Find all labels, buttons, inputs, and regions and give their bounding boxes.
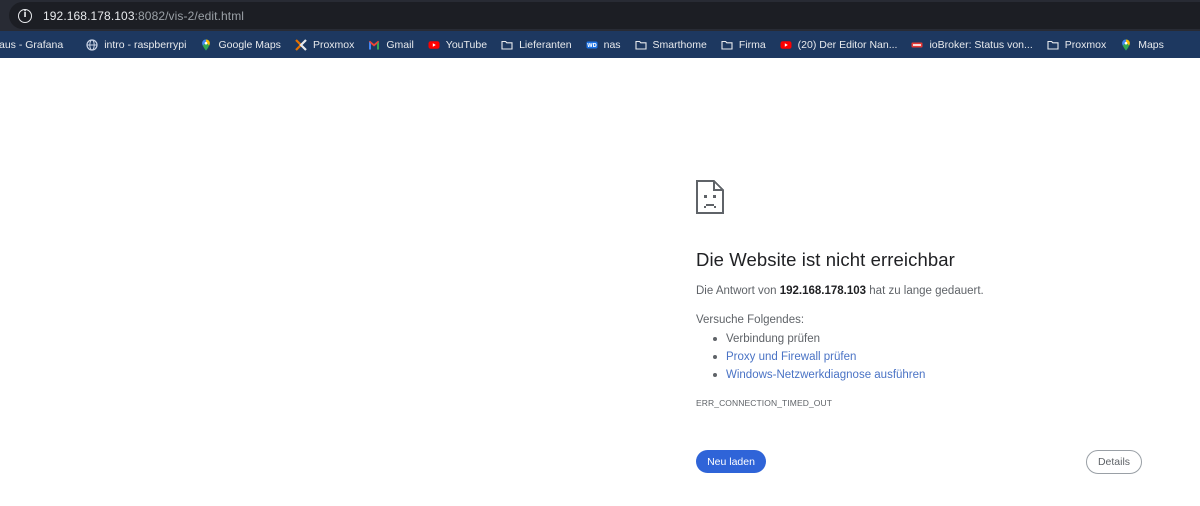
folder-icon: [634, 40, 647, 50]
reload-button[interactable]: Neu laden: [696, 450, 766, 473]
bookmark-grafana[interactable]: aus - Grafana: [0, 34, 68, 56]
bookmark-label: (20) Der Editor Nan...: [797, 38, 898, 51]
bookmark-label: Proxmox: [1064, 38, 1107, 51]
error-title: Die Website ist nicht erreichbar: [696, 249, 955, 270]
bookmark-label: Gmail: [386, 38, 414, 51]
desc-suffix: hat zu lange gedauert.: [866, 285, 984, 297]
bookmark-label: Proxmox: [312, 38, 355, 51]
folder-icon: [501, 40, 513, 50]
bookmark-label: aus - Grafana: [0, 38, 64, 51]
bookmark-label: Firma: [738, 38, 766, 51]
youtube-icon: [428, 40, 440, 49]
error-description: Die Antwort von 192.168.178.103 hat zu l…: [696, 285, 984, 297]
wd-icon: WD: [586, 41, 598, 49]
bookmark-label: Lieferanten: [519, 38, 572, 51]
maps-pin-icon: [202, 39, 211, 50]
details-button[interactable]: Details: [1086, 450, 1142, 474]
bookmark-nas[interactable]: WD nas: [581, 34, 626, 56]
bookmark-google-maps[interactable]: Google Maps: [195, 34, 285, 56]
maps-pin-icon: [1122, 39, 1131, 50]
try-heading: Versuche Folgendes:: [696, 314, 805, 326]
bookmark-label: ioBroker: Status von...: [929, 38, 1033, 51]
bookmark-label: Smarthome: [652, 38, 707, 51]
folder-icon: [1047, 40, 1059, 50]
iobroker-icon: [911, 42, 923, 47]
suggestion-network-diagnostics-link[interactable]: Windows-Netzwerkdiagnose ausführen: [696, 367, 925, 385]
info-icon[interactable]: i: [18, 8, 32, 23]
globe-icon: [86, 38, 98, 51]
url-host: 192.168.178.103: [43, 8, 135, 23]
youtube-icon: [780, 40, 792, 49]
bookmark-lieferanten[interactable]: Lieferanten: [496, 34, 577, 56]
bookmark-label: nas: [603, 38, 621, 51]
proxmox-icon: [295, 38, 307, 51]
bookmarks-bar: aus - Grafana intro - raspberrypi Google…: [0, 31, 1200, 58]
bookmark-editor-video[interactable]: (20) Der Editor Nan...: [775, 34, 903, 56]
bookmark-label: YouTube: [445, 38, 488, 51]
desc-host: 192.168.178.103: [779, 285, 867, 297]
bookmark-proxmox[interactable]: Proxmox: [290, 34, 359, 56]
suggestion-proxy-firewall-link[interactable]: Proxy und Firewall prüfen: [696, 349, 925, 367]
suggestion-check-connection: Verbindung prüfen: [696, 331, 925, 349]
svg-text:WD: WD: [587, 43, 597, 49]
bookmark-youtube[interactable]: YouTube: [423, 34, 492, 56]
desc-prefix: Die Antwort von: [696, 285, 780, 297]
address-bar: i 192.168.178.103:8082/vis-2/edit.html: [0, 0, 1200, 31]
bookmark-maps[interactable]: Maps: [1115, 34, 1169, 56]
gmail-icon: [369, 40, 380, 49]
folder-icon: [721, 40, 733, 50]
url-path: :8082/vis-2/edit.html: [134, 8, 245, 23]
bookmark-iobroker[interactable]: ioBroker: Status von...: [906, 34, 1037, 56]
bookmark-label: intro - raspberrypi: [104, 38, 187, 51]
bookmark-label: Maps: [1138, 38, 1164, 51]
bookmark-firma[interactable]: Firma: [716, 34, 771, 56]
sad-document-icon: [696, 180, 724, 214]
bookmark-smarthome[interactable]: Smarthome: [630, 34, 712, 56]
url-text[interactable]: 192.168.178.103:8082/vis-2/edit.html: [43, 9, 244, 23]
suggestions-list: Verbindung prüfen Proxy und Firewall prü…: [696, 331, 925, 385]
bookmark-raspberrypi[interactable]: intro - raspberrypi: [81, 34, 191, 56]
bookmark-proxmox-folder[interactable]: Proxmox: [1042, 34, 1111, 56]
error-code: ERR_CONNECTION_TIMED_OUT: [696, 398, 833, 408]
bookmark-label: Google Maps: [218, 38, 281, 51]
omnibox[interactable]: i 192.168.178.103:8082/vis-2/edit.html: [9, 2, 1200, 29]
bookmark-gmail[interactable]: Gmail: [363, 34, 418, 56]
